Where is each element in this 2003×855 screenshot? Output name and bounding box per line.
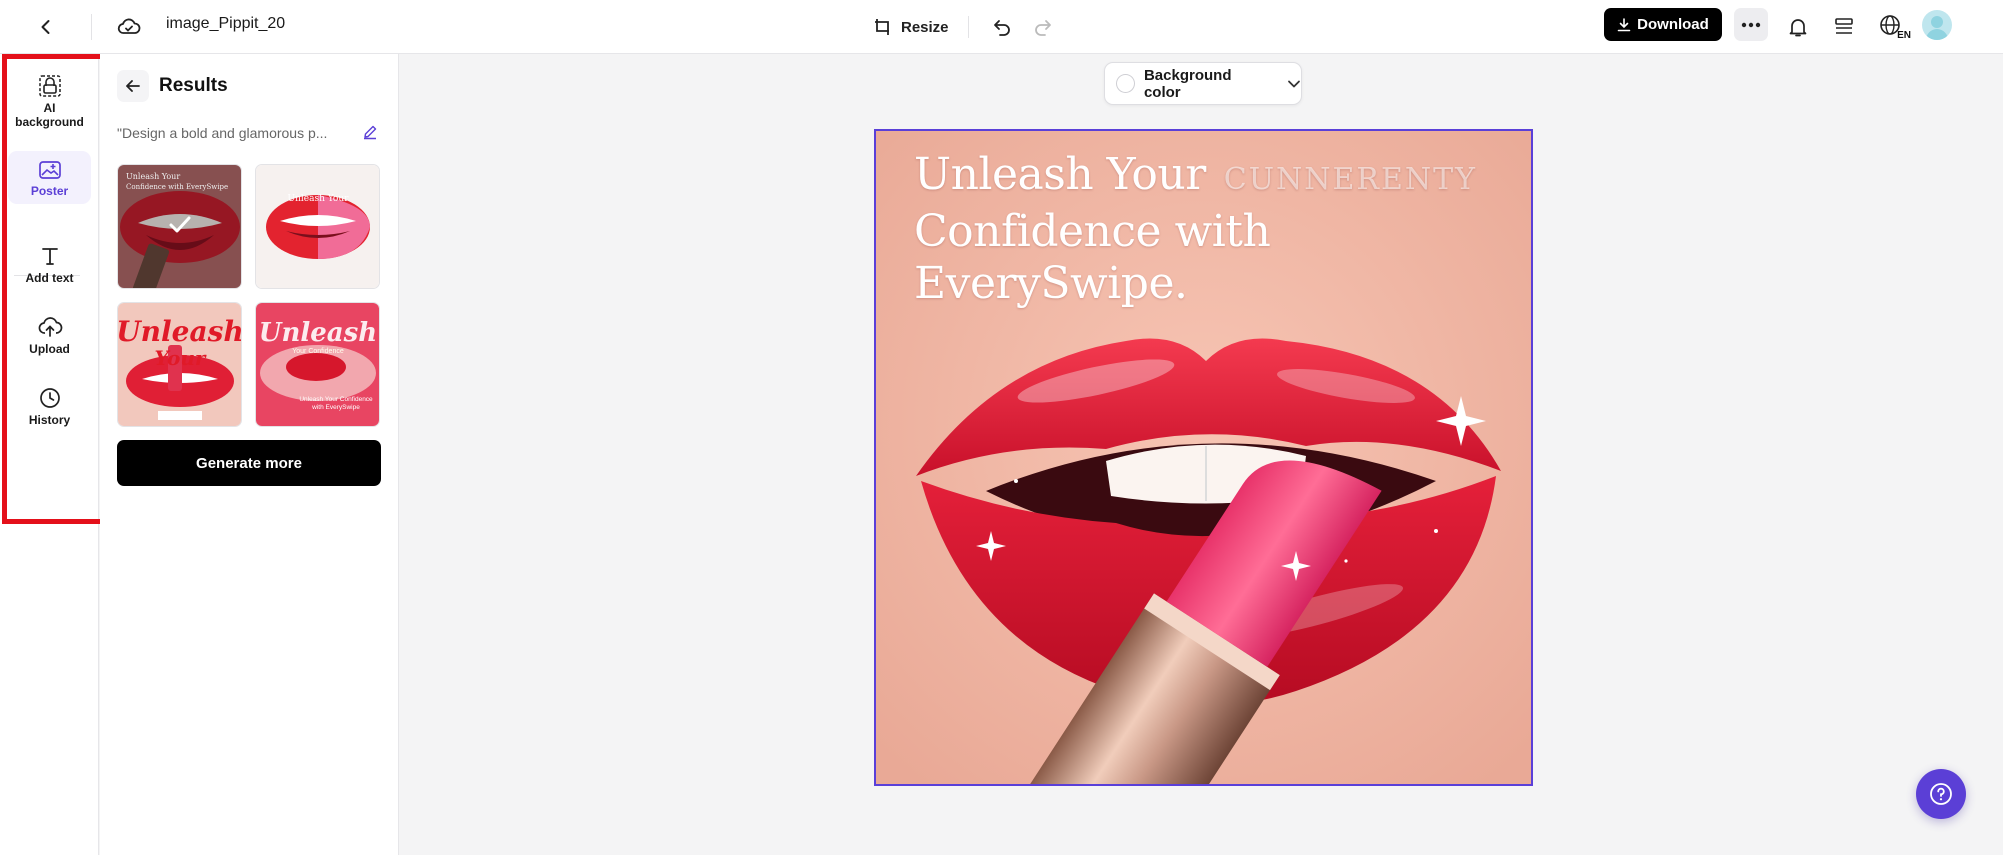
rail-label: History <box>28 413 71 427</box>
rail-item-upload[interactable]: Upload <box>8 307 91 362</box>
question-circle-icon <box>1930 783 1952 805</box>
history-icon <box>39 388 60 408</box>
more-horizontal-icon <box>1741 22 1761 27</box>
color-swatch <box>1116 74 1135 93</box>
rail-item-poster[interactable]: Poster <box>8 151 91 204</box>
poster-line-2: Confidence with EverySwipe. <box>914 206 1271 309</box>
resize-label: Resize <box>901 18 949 36</box>
download-icon <box>1617 17 1631 31</box>
pencil-icon <box>364 125 377 140</box>
svg-text:with EverySwipe: with EverySwipe <box>311 404 360 411</box>
stack-icon <box>1835 18 1853 34</box>
svg-text:Your Confidence: Your Confidence <box>292 348 344 355</box>
ai-background-icon <box>38 75 61 97</box>
resize-icon <box>875 19 889 35</box>
text-icon <box>41 248 58 265</box>
download-button[interactable]: Download <box>1604 8 1722 41</box>
rail-label: Add text <box>25 271 74 285</box>
generate-more-button[interactable]: Generate more <box>117 440 381 486</box>
background-color-dropdown[interactable]: Background color <box>1104 62 1302 105</box>
background-color-label: Background color <box>1143 66 1232 101</box>
poster-icon <box>38 161 61 179</box>
undo-button[interactable] <box>986 11 1018 43</box>
result-thumbnail-2[interactable]: Unleash Your <box>255 164 380 289</box>
upload-icon <box>38 317 62 337</box>
poster-line-1: Unleash Your <box>914 149 1206 200</box>
chevron-left-icon <box>41 20 50 34</box>
layers-button[interactable] <box>1828 11 1860 43</box>
redo-icon <box>1035 20 1051 36</box>
rail-label: Upload <box>29 342 70 356</box>
divider <box>968 16 969 38</box>
prompt-text: "Design a bold and glamorous p... <box>117 125 328 141</box>
back-button[interactable] <box>30 11 62 43</box>
poster-canvas[interactable]: Unleash Your CUNNERENTY Confidence with E… <box>874 129 1533 786</box>
divider <box>91 14 92 40</box>
rail-item-ai-background[interactable]: AI background <box>8 64 91 135</box>
results-back-button[interactable] <box>117 70 149 102</box>
svg-text:Unleash Your: Unleash Your <box>288 194 350 204</box>
poster-headline[interactable]: Unleash Your CUNNERENTY Confidence with E… <box>914 149 1531 310</box>
language-code: EN <box>1897 30 1911 41</box>
more-options-button[interactable] <box>1734 8 1768 41</box>
bell-icon <box>1789 19 1807 37</box>
rail-item-history[interactable]: History <box>8 378 91 433</box>
left-tool-rail: AI background Poster Add text Upload His… <box>0 54 99 855</box>
top-bar: image_Pippit_20 Resize Download EN <box>0 0 2003 54</box>
language-button[interactable]: EN <box>1874 11 1911 43</box>
resize-button[interactable]: Resize <box>873 10 949 44</box>
results-title: Results <box>159 75 228 96</box>
rail-label: Poster <box>30 184 69 198</box>
results-panel: Results "Design a bold and glamorous p..… <box>100 54 399 855</box>
svg-text:Unleash: Unleash <box>118 315 242 348</box>
notifications-button[interactable] <box>1782 11 1814 43</box>
avatar[interactable] <box>1922 10 1952 40</box>
arrow-left-icon <box>126 80 140 92</box>
result-thumbnail-3[interactable]: Unleash Your <box>117 302 242 427</box>
checkmark-icon <box>169 216 191 233</box>
redo-button[interactable] <box>1027 11 1059 43</box>
svg-text:Your: Your <box>155 346 207 370</box>
rail-item-add-text[interactable]: Add text <box>8 236 91 291</box>
result-thumbnail-4[interactable]: Unleash Your Confidence Unleash Your Con… <box>255 302 380 427</box>
file-name[interactable]: image_Pippit_20 <box>166 15 285 33</box>
chevron-down-icon <box>1288 80 1300 87</box>
poster-ghost-text: CUNNERENTY <box>1223 162 1477 197</box>
result-thumbnail-1[interactable]: Unleash Your Confidence with EverySwipe <box>117 164 242 289</box>
undo-icon <box>994 20 1010 36</box>
svg-text:Unleash: Unleash <box>259 318 377 348</box>
thumbnail-caption: Unleash Your <box>126 172 180 181</box>
cloud-sync-icon[interactable] <box>113 11 145 43</box>
help-button[interactable] <box>1916 769 1966 819</box>
download-label: Download <box>1637 16 1709 33</box>
svg-text:Unleash Your Confidence: Unleash Your Confidence <box>299 396 373 403</box>
edit-prompt-button[interactable] <box>359 121 381 143</box>
rail-label: AI background <box>15 101 84 129</box>
svg-text:Confidence with EverySwipe: Confidence with EverySwipe <box>126 183 228 191</box>
